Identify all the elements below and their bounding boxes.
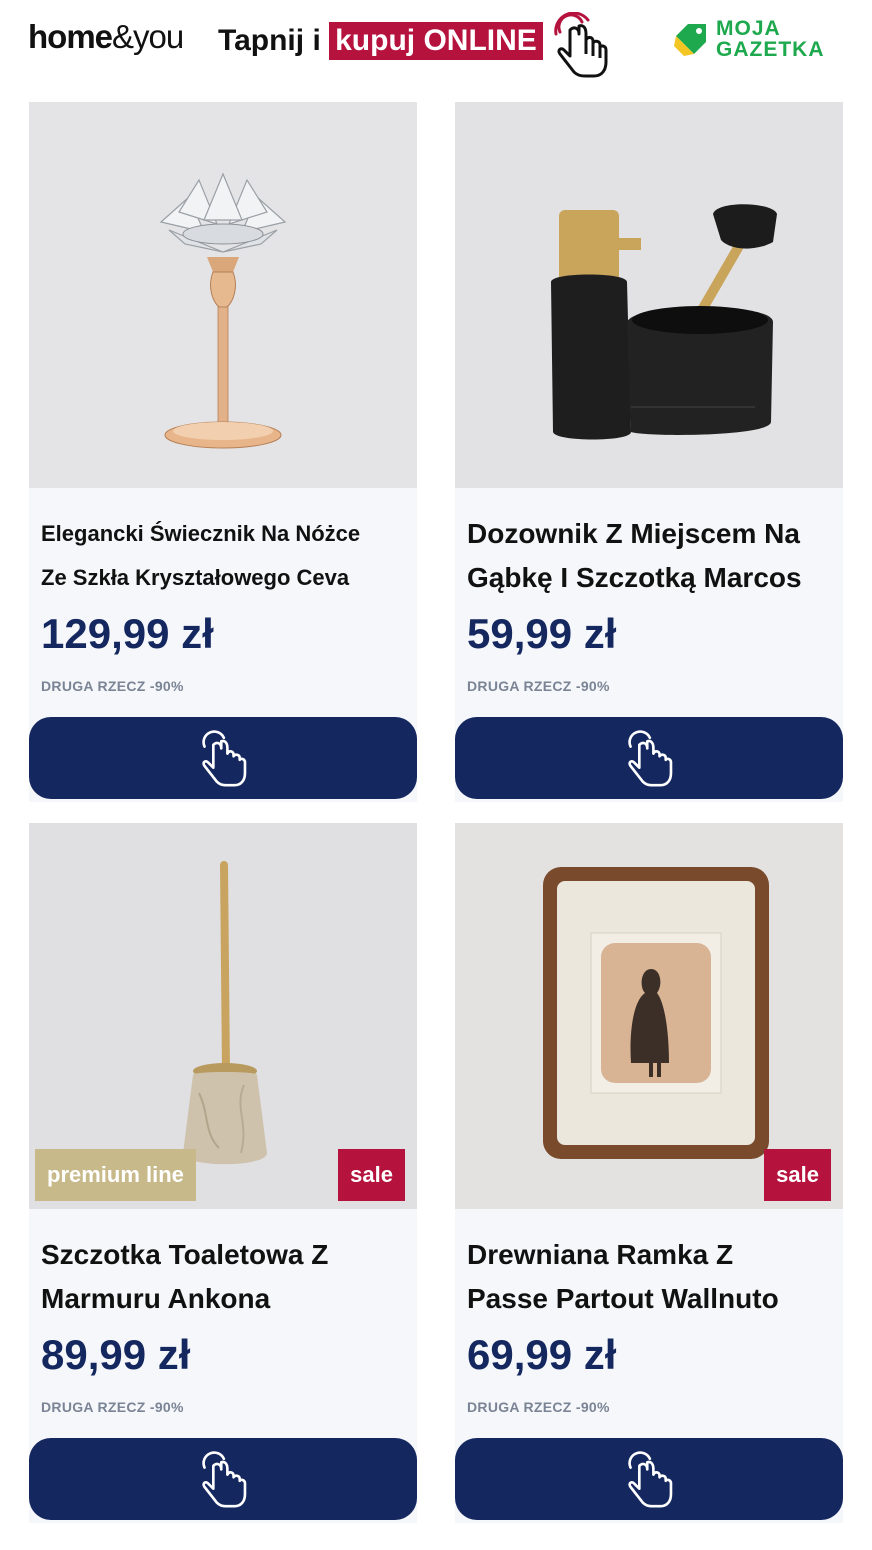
product-title[interactable]: Dozownik Z Miejscem Na Gąbkę I Szczotką … [467, 512, 837, 600]
pointing-hand-icon [202, 730, 247, 787]
product-card[interactable]: Dozownik Z Miejscem Na Gąbkę I Szczotką … [455, 102, 843, 802]
premium-line-badge: premium line [35, 1149, 196, 1201]
pointing-hand-icon [628, 730, 673, 787]
sale-badge: sale [764, 1149, 831, 1201]
product-image-toilet-brush[interactable]: premium line sale [29, 823, 417, 1209]
product-image-soap-dispenser[interactable] [455, 102, 843, 488]
moja-gazetka-wordmark: MOJA GAZETKA [716, 17, 825, 61]
buy-online-button[interactable] [455, 1438, 843, 1520]
product-image-wooden-frame[interactable]: sale [455, 823, 843, 1209]
product-price: 69,99 zł [467, 1331, 617, 1378]
tap-to-buy-online-banner[interactable]: Tapnij i kupuj ONLINE [218, 22, 543, 60]
moja-gazetka-logo[interactable]: MOJA GAZETKA [672, 18, 847, 62]
promo-note: DRUGA RZECZ -90% [467, 678, 610, 694]
product-card[interactable]: sale Drewniana Ramka Z Passe Partout Wal… [455, 823, 843, 1523]
buy-online-button[interactable] [455, 717, 843, 799]
pointing-hand-icon [628, 1451, 673, 1508]
product-card[interactable]: Elegancki Świecznik Na Nóżce Ze Szkła Kr… [29, 102, 417, 802]
header: home&you Tapnij i kupuj ONLINE MOJA GAZE… [0, 0, 872, 90]
product-image-candle-holder[interactable] [29, 102, 417, 488]
promo-note: DRUGA RZECZ -90% [467, 1399, 610, 1415]
promo-note: DRUGA RZECZ -90% [41, 1399, 184, 1415]
product-price: 129,99 zł [41, 610, 214, 657]
product-price: 89,99 zł [41, 1331, 191, 1378]
product-card[interactable]: premium line sale Szczotka Toaletowa Z M… [29, 823, 417, 1523]
buy-online-button[interactable] [29, 1438, 417, 1520]
product-title[interactable]: Elegancki Świecznik Na Nóżce Ze Szkła Kr… [41, 512, 411, 600]
home-and-you-logo[interactable]: home&you [28, 18, 184, 56]
product-title[interactable]: Szczotka Toaletowa Z Marmuru Ankona [41, 1233, 411, 1321]
buy-online-button[interactable] [29, 717, 417, 799]
promo-note: DRUGA RZECZ -90% [41, 678, 184, 694]
price-tag-icon [674, 24, 706, 56]
product-price: 59,99 zł [467, 610, 617, 657]
pointing-hand-icon [202, 1451, 247, 1508]
sale-badge: sale [338, 1149, 405, 1201]
product-title[interactable]: Drewniana Ramka Z Passe Partout Wallnuto [467, 1233, 837, 1321]
pointing-hand-icon [554, 12, 608, 78]
